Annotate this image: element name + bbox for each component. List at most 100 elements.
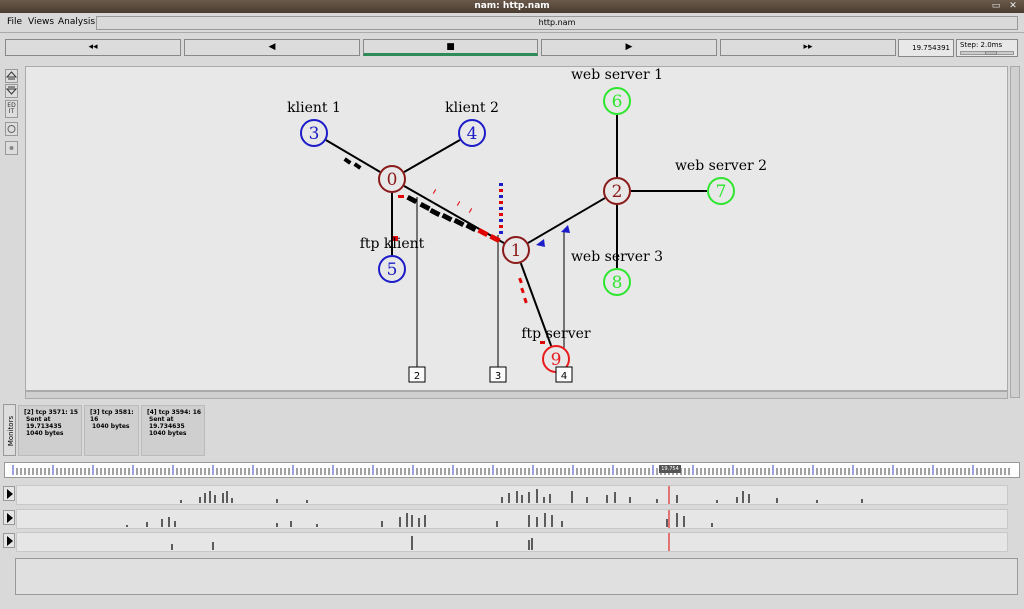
node-8-id: 8 <box>612 273 623 293</box>
node-5-id: 5 <box>387 260 398 280</box>
node-6-id: 6 <box>612 92 623 112</box>
step-slider-thumb[interactable] <box>985 51 997 55</box>
packet <box>429 207 441 218</box>
current-time-display: 19.754391 <box>898 39 954 57</box>
node-6-label: web server 1 <box>571 67 663 83</box>
trace-file-name: http.nam <box>96 16 1018 30</box>
packet <box>499 231 503 234</box>
activity-graph-1[interactable] <box>16 485 1008 505</box>
graph-toggle-3[interactable] <box>3 533 15 548</box>
packet <box>477 227 489 238</box>
edit-icon[interactable]: ED IT <box>5 100 18 118</box>
step-slider[interactable] <box>960 51 1014 55</box>
node-9-label: ftp server <box>521 326 591 342</box>
activity-graph-svg <box>126 510 713 528</box>
monitor-tag-label: 3 <box>495 371 501 382</box>
forward-fast-button[interactable]: ▸▸ <box>720 39 896 56</box>
stop-button[interactable]: ■ <box>363 39 538 56</box>
rewind-button[interactable]: ◀ <box>184 39 360 56</box>
packet <box>406 194 418 205</box>
menu-file[interactable]: File <box>7 17 22 27</box>
packet <box>432 189 437 194</box>
monitor-line: 1040 bytes <box>26 430 64 437</box>
packet <box>353 162 362 170</box>
node-3-label: klient 1 <box>287 100 341 116</box>
node-0-id: 0 <box>387 170 398 190</box>
node-8-label: web server 3 <box>571 249 663 265</box>
activity-graph-svg <box>180 486 863 504</box>
node-dot-icon[interactable] <box>5 141 18 155</box>
monitor-line: [4] tcp 3594: 16 <box>147 409 202 416</box>
packet <box>499 219 503 222</box>
node-4-id: 4 <box>467 124 478 144</box>
node-7-label: web server 2 <box>675 158 767 174</box>
graph-toggle-2[interactable] <box>3 510 15 525</box>
activity-graph-2[interactable] <box>16 509 1008 529</box>
topology-svg: 0 1 2 3 klient 1 4 klient 2 5 ftp klient 6 web ser… <box>287 67 767 383</box>
menubar: File Views Analysis http.nam <box>0 13 1024 33</box>
packet <box>499 189 503 192</box>
monitor-line: [3] tcp 3581: 16 <box>90 409 134 423</box>
graph-toggle-1[interactable] <box>3 486 15 501</box>
monitors-label: Monitors <box>7 415 15 447</box>
monitor-panel-3[interactable]: [3] tcp 3581: 16 1040 bytes <box>84 405 139 456</box>
link-4-0[interactable] <box>403 139 461 173</box>
time-slider-thumb[interactable]: 19.754 <box>659 465 681 473</box>
menu-views[interactable]: Views <box>28 17 54 27</box>
node-5-label: ftp klient <box>360 236 425 252</box>
packet <box>468 208 473 213</box>
packet <box>419 201 431 212</box>
rewind-fast-button[interactable]: ◂◂ <box>5 39 181 56</box>
close-icon[interactable]: ✕ <box>1006 0 1020 13</box>
tool-strip: ED IT <box>3 64 20 400</box>
monitor-line: [2] tcp 3571: 15 <box>24 409 79 416</box>
zoom-in-icon[interactable] <box>5 69 18 83</box>
window-title: nam: http.nam <box>474 1 550 11</box>
monitor-panel-2[interactable]: [2] tcp 3571: 15 Sent at 19.713435 1040 … <box>18 405 82 456</box>
packet <box>536 239 545 247</box>
node-2-id: 2 <box>612 182 623 202</box>
time-slider[interactable]: 19.754 <box>4 462 1020 478</box>
activity-graph-3[interactable] <box>16 532 1008 552</box>
play-button[interactable]: ▶ <box>541 39 717 56</box>
link-3-0[interactable] <box>325 139 381 173</box>
packet <box>499 207 503 210</box>
packet <box>561 225 570 233</box>
menu-analysis[interactable]: Analysis <box>58 17 95 27</box>
packet <box>441 212 453 223</box>
minimize-icon[interactable]: ▭ <box>989 0 1003 13</box>
link-0-1[interactable] <box>403 185 505 244</box>
packet <box>499 201 503 204</box>
annotation-box[interactable] <box>15 558 1018 595</box>
monitor-line: 1040 bytes <box>92 423 130 430</box>
packet <box>398 195 404 198</box>
monitor-tag-label: 4 <box>561 371 567 382</box>
packet <box>499 195 503 198</box>
node-1-id: 1 <box>511 241 522 261</box>
packet <box>456 201 461 206</box>
step-control: Step: 2.0ms <box>956 39 1018 57</box>
time-slider-ticks <box>12 465 1010 475</box>
monitor-line: 1040 bytes <box>149 430 187 437</box>
canvas-vertical-scrollbar[interactable] <box>1010 66 1020 398</box>
monitor-line: Sent at 19.713435 <box>26 416 62 430</box>
node-4-label: klient 2 <box>445 100 499 116</box>
packet <box>499 225 503 228</box>
packet <box>523 297 528 304</box>
packet <box>499 183 503 186</box>
activity-graph-svg <box>171 533 670 551</box>
node-circle-icon[interactable] <box>5 122 18 136</box>
monitor-panel-4[interactable]: [4] tcp 3594: 16 Sent at 19.734635 1040 … <box>141 405 205 456</box>
network-canvas[interactable]: 0 1 2 3 klient 1 4 klient 2 5 ftp klient 6 web ser… <box>25 66 1008 391</box>
step-label: Step: 2.0ms <box>960 41 1003 49</box>
canvas-horizontal-scrollbar[interactable] <box>25 391 1008 399</box>
packet <box>343 157 352 165</box>
packet <box>520 287 525 294</box>
monitors-tab: Monitors <box>3 404 16 456</box>
zoom-out-icon[interactable] <box>5 84 18 98</box>
packet <box>518 277 523 284</box>
link-1-2[interactable] <box>527 197 606 244</box>
window-titlebar: nam: http.nam ▭ ✕ <box>0 0 1024 13</box>
packet <box>499 213 503 216</box>
node-7-id: 7 <box>716 182 727 202</box>
